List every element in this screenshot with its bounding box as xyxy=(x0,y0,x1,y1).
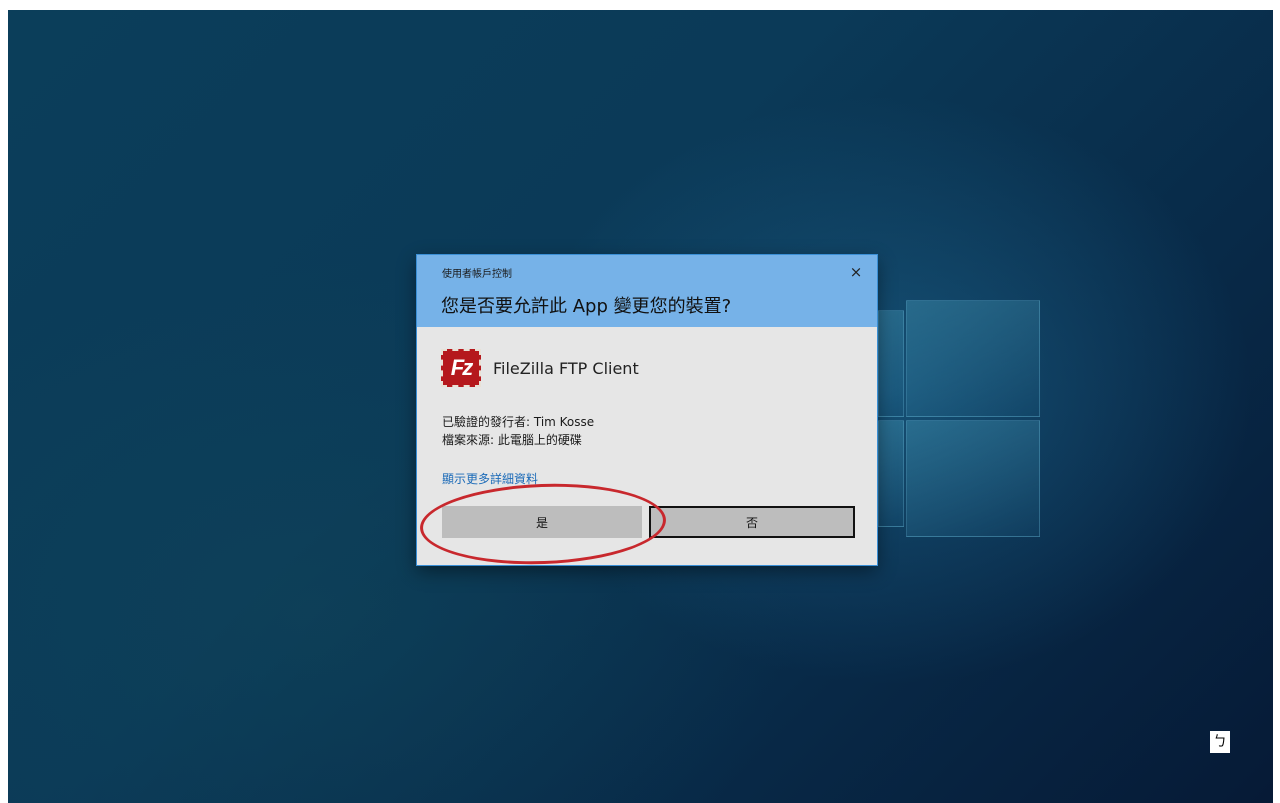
logo-pane xyxy=(906,420,1040,537)
ime-indicator: ㄅ xyxy=(1210,731,1230,753)
logo-pane xyxy=(878,420,904,527)
file-origin-line: 檔案來源: 此電腦上的硬碟 xyxy=(442,433,582,447)
windows-logo-wallpaper xyxy=(878,290,1043,537)
publisher-line: 已驗證的發行者: Tim Kosse xyxy=(442,415,595,429)
no-button[interactable]: 否 xyxy=(649,506,855,538)
uac-header: 使用者帳戶控制 × 您是否要允許此 App 變更您的裝置? xyxy=(417,255,877,327)
app-info-row: Fz FileZilla FTP Client xyxy=(441,348,639,388)
dialog-title: 使用者帳戶控制 xyxy=(442,269,512,280)
filezilla-icon: Fz xyxy=(441,349,481,387)
logo-pane xyxy=(906,300,1040,417)
app-name: FileZilla FTP Client xyxy=(493,358,639,378)
uac-dialog: 使用者帳戶控制 × 您是否要允許此 App 變更您的裝置? Fz FileZil… xyxy=(417,255,877,565)
close-icon[interactable]: × xyxy=(845,261,867,283)
show-details-link[interactable]: 顯示更多詳細資料 xyxy=(442,470,538,487)
uac-question: 您是否要允許此 App 變更您的裝置? xyxy=(441,296,732,317)
yes-button[interactable]: 是 xyxy=(442,506,642,538)
logo-pane xyxy=(878,310,904,417)
